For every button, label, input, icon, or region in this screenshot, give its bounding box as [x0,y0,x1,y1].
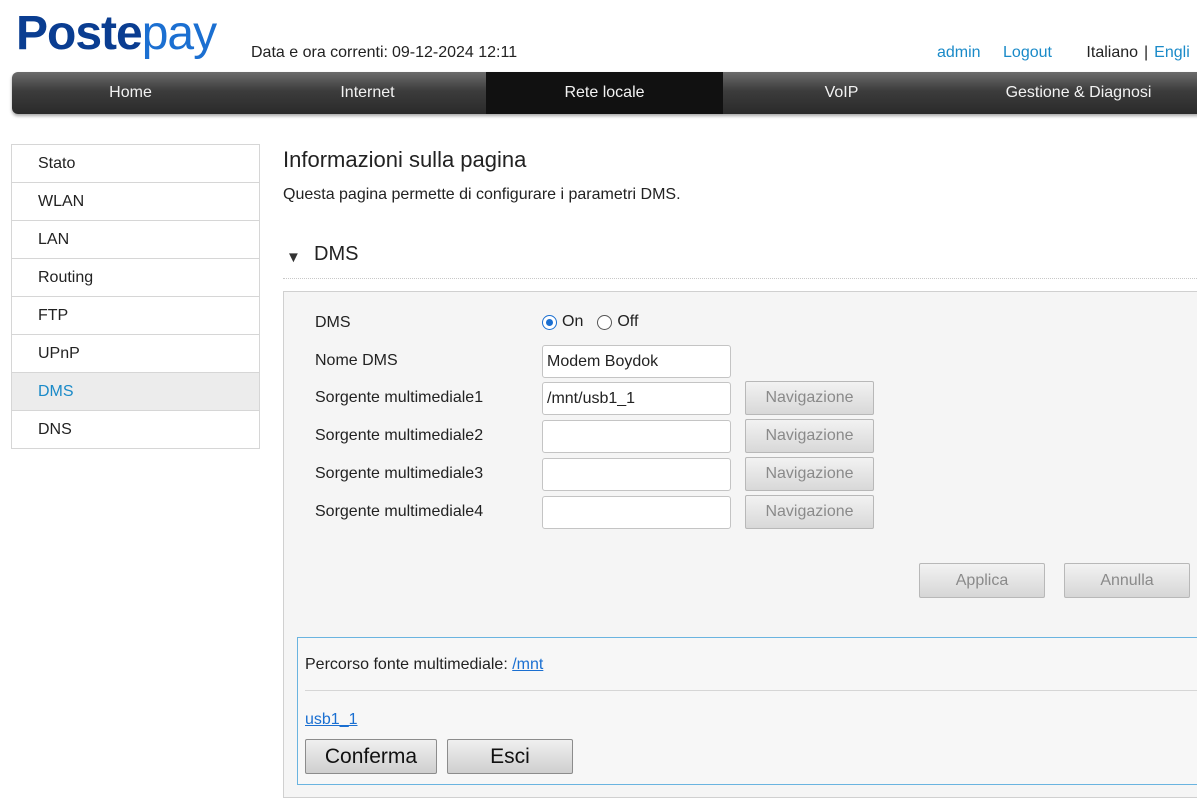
sidebar-item-wlan[interactable]: WLAN [12,183,259,221]
media-divider [305,690,1197,691]
browse-button-4[interactable]: Navigazione [745,495,874,529]
dms-label: DMS [315,314,351,331]
user-link[interactable]: admin [937,44,981,61]
sidebar-item-ftp[interactable]: FTP [12,297,259,335]
browse-button-2[interactable]: Navigazione [745,419,874,453]
postepay-logo: Postepay [16,6,217,62]
page-description: Questa pagina permette di configurare i … [283,186,681,203]
media-source-1-input[interactable] [542,382,731,415]
datetime-label: Data e ora correnti: [251,44,388,61]
media-path: Percorso fonte multimediale: /mnt [305,656,543,674]
sidebar-item-stato[interactable]: Stato [12,145,259,183]
media-source-4-input[interactable] [542,496,731,529]
sidebar-item-upnp[interactable]: UPnP [12,335,259,373]
main-nav: Home Internet Rete locale VoIP Gestione … [12,72,1197,114]
sidebar: Stato WLAN LAN Routing FTP UPnP DMS DNS [11,144,260,449]
section-title: DMS [314,243,359,265]
dms-on-label[interactable]: On [562,313,583,331]
dms-off-label[interactable]: Off [617,313,638,331]
media-path-label: Percorso fonte multimediale: [305,656,508,673]
dms-on-radio[interactable] [542,314,557,330]
logo-text-poste: Poste [16,7,143,60]
language-separator: | [1144,44,1149,61]
dms-toggle: On Off [542,313,652,331]
nav-rete-locale[interactable]: Rete locale [486,72,723,114]
media-source-4-label: Sorgente multimediale4 [315,503,484,520]
nav-internet[interactable]: Internet [249,72,486,114]
media-source-2-input[interactable] [542,420,731,453]
media-folder-link[interactable]: usb1_1 [305,711,358,729]
sidebar-item-dns[interactable]: DNS [12,411,259,449]
page-title: Informazioni sulla pagina [283,147,527,172]
sidebar-item-dms[interactable]: DMS [12,373,259,411]
dms-name-label: Nome DMS [315,352,398,369]
sidebar-item-routing[interactable]: Routing [12,259,259,297]
top-links: admin Logout Italiano | Engli [937,44,1190,62]
browse-button-3[interactable]: Navigazione [745,457,874,491]
exit-button[interactable]: Esci [447,739,573,774]
apply-button[interactable]: Applica [919,563,1045,598]
nav-gestione-diagnosi[interactable]: Gestione & Diagnosi [960,72,1197,114]
datetime-value: 09-12-2024 12:11 [391,44,518,61]
dms-section-header[interactable]: ▼ DMS [283,240,1197,279]
language-english-link[interactable]: Engli [1154,44,1190,61]
cancel-button[interactable]: Annulla [1064,563,1190,598]
media-source-1-label: Sorgente multimediale1 [315,389,484,406]
browse-button-1[interactable]: Navigazione [745,381,874,415]
dms-name-input[interactable] [542,345,731,378]
language-current[interactable]: Italiano [1086,44,1138,61]
dms-off-radio[interactable] [597,314,613,330]
nav-voip[interactable]: VoIP [723,72,960,114]
sidebar-item-lan[interactable]: LAN [12,221,259,259]
media-source-3-input[interactable] [542,458,731,491]
media-source-2-label: Sorgente multimediale2 [315,427,484,444]
nav-home[interactable]: Home [12,72,249,114]
logout-link[interactable]: Logout [1003,44,1052,61]
media-source-3-label: Sorgente multimediale3 [315,465,484,482]
collapse-triangle-icon[interactable]: ▼ [286,249,301,266]
confirm-button[interactable]: Conferma [305,739,437,774]
media-path-link[interactable]: /mnt [512,656,543,673]
current-datetime: Data e ora correnti: 09-12-2024 12:11 [251,44,517,62]
logo-text-pay: pay [141,7,217,60]
